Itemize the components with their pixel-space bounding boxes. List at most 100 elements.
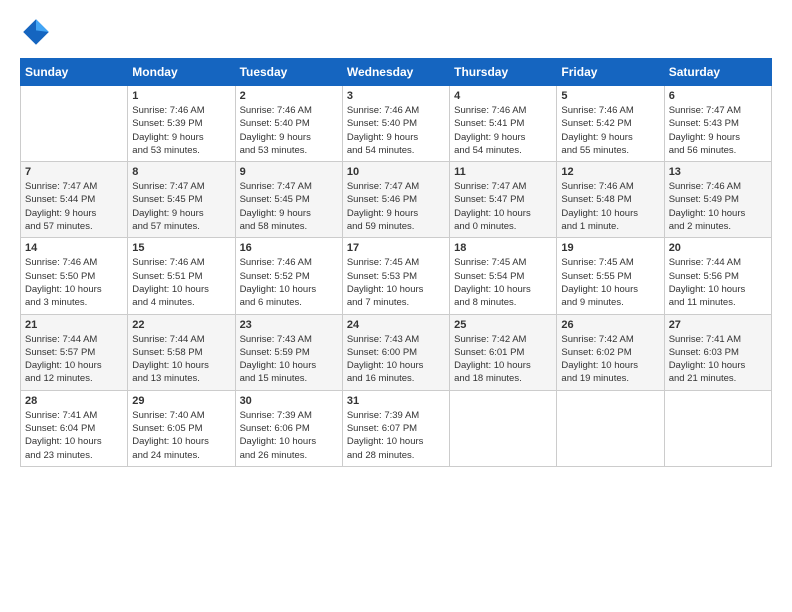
day-number: 4: [454, 90, 552, 102]
calendar-cell: [21, 86, 128, 162]
day-info: Sunrise: 7:47 AM Sunset: 5:45 PM Dayligh…: [132, 180, 230, 233]
day-info: Sunrise: 7:47 AM Sunset: 5:44 PM Dayligh…: [25, 180, 123, 233]
day-info: Sunrise: 7:47 AM Sunset: 5:45 PM Dayligh…: [240, 180, 338, 233]
day-info: Sunrise: 7:47 AM Sunset: 5:47 PM Dayligh…: [454, 180, 552, 233]
day-number: 2: [240, 90, 338, 102]
day-info: Sunrise: 7:42 AM Sunset: 6:01 PM Dayligh…: [454, 333, 552, 386]
calendar-table: SundayMondayTuesdayWednesdayThursdayFrid…: [20, 58, 772, 467]
calendar-cell: 9 Sunrise: 7:47 AM Sunset: 5:45 PM Daylig…: [235, 162, 342, 238]
calendar-cell: 6 Sunrise: 7:47 AM Sunset: 5:43 PM Daylig…: [664, 86, 771, 162]
header-day-friday: Friday: [557, 59, 664, 86]
day-info: Sunrise: 7:43 AM Sunset: 5:59 PM Dayligh…: [240, 333, 338, 386]
day-number: 8: [132, 166, 230, 178]
calendar-cell: 12 Sunrise: 7:46 AM Sunset: 5:48 PM Dayli…: [557, 162, 664, 238]
week-row-3: 21 Sunrise: 7:44 AM Sunset: 5:57 PM Dayli…: [21, 314, 772, 390]
day-number: 9: [240, 166, 338, 178]
calendar-cell: 11 Sunrise: 7:47 AM Sunset: 5:47 PM Dayli…: [450, 162, 557, 238]
header-day-tuesday: Tuesday: [235, 59, 342, 86]
day-number: 19: [561, 242, 659, 254]
day-info: Sunrise: 7:46 AM Sunset: 5:42 PM Dayligh…: [561, 104, 659, 157]
day-info: Sunrise: 7:46 AM Sunset: 5:51 PM Dayligh…: [132, 256, 230, 309]
day-info: Sunrise: 7:46 AM Sunset: 5:40 PM Dayligh…: [347, 104, 445, 157]
day-info: Sunrise: 7:44 AM Sunset: 5:58 PM Dayligh…: [132, 333, 230, 386]
calendar-cell: 23Sunrise: 7:43 AM Sunset: 5:59 PM Dayli…: [235, 314, 342, 390]
week-row-4: 28Sunrise: 7:41 AM Sunset: 6:04 PM Dayli…: [21, 390, 772, 466]
calendar-cell: 22 Sunrise: 7:44 AM Sunset: 5:58 PM Dayli…: [128, 314, 235, 390]
day-info: Sunrise: 7:46 AM Sunset: 5:50 PM Dayligh…: [25, 256, 123, 309]
day-number: 13: [669, 166, 767, 178]
day-number: 20: [669, 242, 767, 254]
calendar-cell: [664, 390, 771, 466]
header-row: SundayMondayTuesdayWednesdayThursdayFrid…: [21, 59, 772, 86]
calendar-cell: 19 Sunrise: 7:45 AM Sunset: 5:55 PM Dayli…: [557, 238, 664, 314]
day-info: Sunrise: 7:45 AM Sunset: 5:53 PM Dayligh…: [347, 256, 445, 309]
day-number: 24: [347, 319, 445, 331]
calendar-cell: 5 Sunrise: 7:46 AM Sunset: 5:42 PM Daylig…: [557, 86, 664, 162]
day-number: 21: [25, 319, 123, 331]
header-day-saturday: Saturday: [664, 59, 771, 86]
calendar-cell: 10 Sunrise: 7:47 AM Sunset: 5:46 PM Dayli…: [342, 162, 449, 238]
day-number: 17: [347, 242, 445, 254]
header-day-thursday: Thursday: [450, 59, 557, 86]
calendar-cell: 4 Sunrise: 7:46 AM Sunset: 5:41 PM Daylig…: [450, 86, 557, 162]
calendar-cell: 1Sunrise: 7:46 AM Sunset: 5:39 PM Daylig…: [128, 86, 235, 162]
calendar-cell: 20 Sunrise: 7:44 AM Sunset: 5:56 PM Dayli…: [664, 238, 771, 314]
day-number: 27: [669, 319, 767, 331]
day-number: 29: [132, 395, 230, 407]
week-row-0: 1Sunrise: 7:46 AM Sunset: 5:39 PM Daylig…: [21, 86, 772, 162]
day-number: 22: [132, 319, 230, 331]
calendar-cell: 17 Sunrise: 7:45 AM Sunset: 5:53 PM Dayli…: [342, 238, 449, 314]
calendar-cell: [450, 390, 557, 466]
day-number: 7: [25, 166, 123, 178]
day-info: Sunrise: 7:41 AM Sunset: 6:03 PM Dayligh…: [669, 333, 767, 386]
calendar-cell: 2 Sunrise: 7:46 AM Sunset: 5:40 PM Daylig…: [235, 86, 342, 162]
day-number: 12: [561, 166, 659, 178]
day-number: 26: [561, 319, 659, 331]
day-number: 25: [454, 319, 552, 331]
header: [20, 16, 772, 48]
week-row-1: 7 Sunrise: 7:47 AM Sunset: 5:44 PM Daylig…: [21, 162, 772, 238]
day-info: Sunrise: 7:42 AM Sunset: 6:02 PM Dayligh…: [561, 333, 659, 386]
calendar-cell: 29 Sunrise: 7:40 AM Sunset: 6:05 PM Dayli…: [128, 390, 235, 466]
day-number: 15: [132, 242, 230, 254]
day-number: 28: [25, 395, 123, 407]
day-info: Sunrise: 7:46 AM Sunset: 5:52 PM Dayligh…: [240, 256, 338, 309]
logo: [20, 16, 56, 48]
day-info: Sunrise: 7:44 AM Sunset: 5:57 PM Dayligh…: [25, 333, 123, 386]
day-info: Sunrise: 7:47 AM Sunset: 5:43 PM Dayligh…: [669, 104, 767, 157]
day-info: Sunrise: 7:47 AM Sunset: 5:46 PM Dayligh…: [347, 180, 445, 233]
day-info: Sunrise: 7:46 AM Sunset: 5:48 PM Dayligh…: [561, 180, 659, 233]
calendar-cell: 21 Sunrise: 7:44 AM Sunset: 5:57 PM Dayli…: [21, 314, 128, 390]
day-number: 3: [347, 90, 445, 102]
calendar-cell: 26 Sunrise: 7:42 AM Sunset: 6:02 PM Dayli…: [557, 314, 664, 390]
calendar-cell: 27 Sunrise: 7:41 AM Sunset: 6:03 PM Dayli…: [664, 314, 771, 390]
day-number: 14: [25, 242, 123, 254]
day-info: Sunrise: 7:46 AM Sunset: 5:41 PM Dayligh…: [454, 104, 552, 157]
header-day-monday: Monday: [128, 59, 235, 86]
day-info: Sunrise: 7:43 AM Sunset: 6:00 PM Dayligh…: [347, 333, 445, 386]
day-number: 18: [454, 242, 552, 254]
calendar-cell: 3 Sunrise: 7:46 AM Sunset: 5:40 PM Daylig…: [342, 86, 449, 162]
calendar-cell: 16 Sunrise: 7:46 AM Sunset: 5:52 PM Dayli…: [235, 238, 342, 314]
day-number: 1: [132, 90, 230, 102]
day-number: 6: [669, 90, 767, 102]
calendar-cell: 15 Sunrise: 7:46 AM Sunset: 5:51 PM Dayli…: [128, 238, 235, 314]
day-number: 16: [240, 242, 338, 254]
day-info: Sunrise: 7:46 AM Sunset: 5:49 PM Dayligh…: [669, 180, 767, 233]
header-day-wednesday: Wednesday: [342, 59, 449, 86]
page: SundayMondayTuesdayWednesdayThursdayFrid…: [0, 0, 792, 612]
calendar-cell: [557, 390, 664, 466]
day-number: 11: [454, 166, 552, 178]
day-number: 10: [347, 166, 445, 178]
calendar-cell: 28Sunrise: 7:41 AM Sunset: 6:04 PM Dayli…: [21, 390, 128, 466]
day-info: Sunrise: 7:45 AM Sunset: 5:55 PM Dayligh…: [561, 256, 659, 309]
calendar-cell: 7 Sunrise: 7:47 AM Sunset: 5:44 PM Daylig…: [21, 162, 128, 238]
header-day-sunday: Sunday: [21, 59, 128, 86]
calendar-cell: 25 Sunrise: 7:42 AM Sunset: 6:01 PM Dayli…: [450, 314, 557, 390]
day-info: Sunrise: 7:40 AM Sunset: 6:05 PM Dayligh…: [132, 409, 230, 462]
day-number: 5: [561, 90, 659, 102]
day-info: Sunrise: 7:46 AM Sunset: 5:40 PM Dayligh…: [240, 104, 338, 157]
calendar-cell: 24 Sunrise: 7:43 AM Sunset: 6:00 PM Dayli…: [342, 314, 449, 390]
calendar-cell: 8 Sunrise: 7:47 AM Sunset: 5:45 PM Daylig…: [128, 162, 235, 238]
day-info: Sunrise: 7:44 AM Sunset: 5:56 PM Dayligh…: [669, 256, 767, 309]
